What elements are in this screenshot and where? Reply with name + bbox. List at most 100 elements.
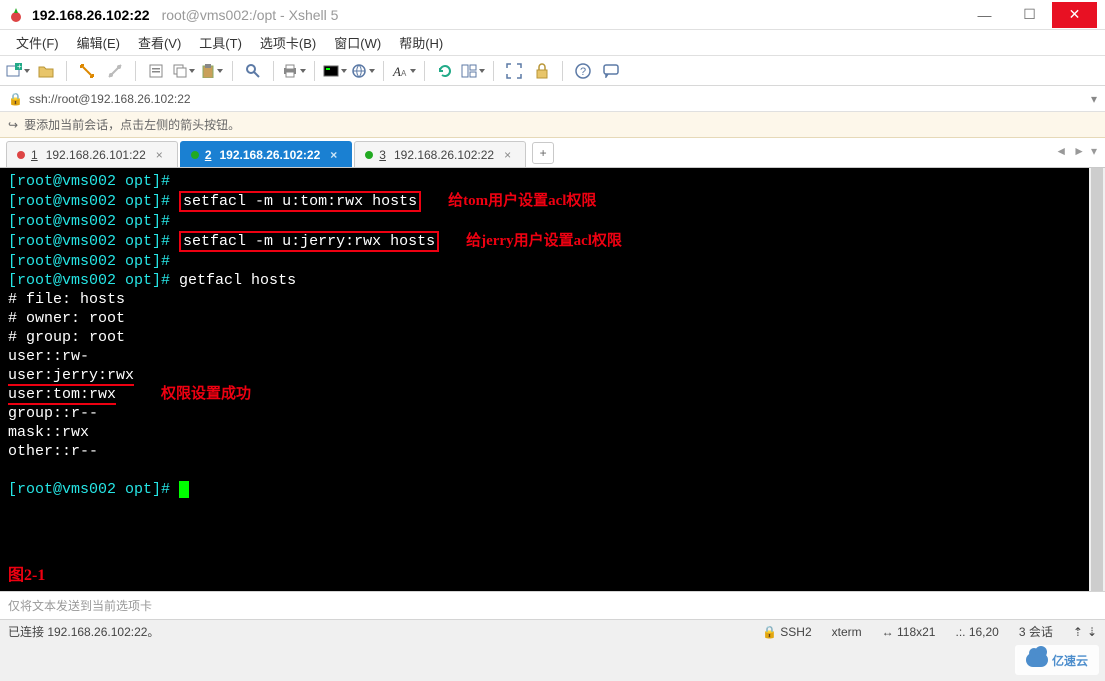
address-bar[interactable]: 🔒 ssh://root@192.168.26.102:22 ▾: [0, 86, 1105, 112]
copy-button[interactable]: [172, 59, 196, 83]
toolbar-separator: [314, 61, 315, 81]
command: getfacl hosts: [179, 272, 296, 289]
tab-prev-icon[interactable]: ◄: [1055, 144, 1067, 158]
lock-button[interactable]: [530, 59, 554, 83]
status-cursor-pos: 16,20: [969, 625, 999, 639]
highlighted-cmd-2: setfacl -m u:jerry:rwx hosts: [179, 231, 439, 252]
maximize-button[interactable]: ☐: [1007, 2, 1052, 28]
input-placeholder: 仅将文本发送到当前选项卡: [8, 597, 152, 614]
output-line: # owner: root: [8, 309, 1097, 328]
feedback-button[interactable]: [599, 59, 623, 83]
tab-list-icon[interactable]: ▾: [1091, 144, 1097, 158]
prompt: [root@vms002 opt]#: [8, 173, 170, 190]
annotation-1: 给tom用户设置acl权限: [448, 193, 596, 209]
hint-bar: ↪ 要添加当前会话，点击左侧的箭头按钮。: [0, 112, 1105, 138]
colorscheme-button[interactable]: [323, 59, 347, 83]
prompt: [root@vms002 opt]#: [8, 253, 170, 270]
app-icon: [8, 7, 24, 23]
tab-2[interactable]: 2 192.168.26.102:22 ×: [180, 141, 352, 167]
address-text: ssh://root@192.168.26.102:22: [29, 92, 191, 106]
toolbar-separator: [493, 61, 494, 81]
terminal-scrollbar[interactable]: [1089, 168, 1105, 591]
tab-label: 192.168.26.102:22: [220, 148, 321, 162]
new-session-button[interactable]: +: [6, 59, 30, 83]
fullscreen-button[interactable]: [502, 59, 526, 83]
down-arrow-icon[interactable]: ⇣: [1087, 625, 1097, 639]
menu-window[interactable]: 窗口(W): [328, 31, 387, 54]
menu-help[interactable]: 帮助(H): [393, 31, 449, 54]
window-title-sub: root@vms002:/opt - Xshell 5: [162, 7, 339, 23]
size-icon: ↔: [882, 625, 894, 639]
menu-tools[interactable]: 工具(T): [193, 31, 248, 54]
toolbar: + AA ?: [0, 56, 1105, 86]
reconnect-button[interactable]: [75, 59, 99, 83]
print-button[interactable]: [282, 59, 306, 83]
watermark: 亿速云: [1015, 645, 1099, 675]
svg-text:A: A: [401, 69, 407, 78]
output-line: other::r--: [8, 442, 1097, 461]
tab-label: 192.168.26.102:22: [394, 148, 494, 162]
help-button[interactable]: ?: [571, 59, 595, 83]
status-bar: 已连接 192.168.26.102:22。 🔒 SSH2 xterm ↔ 11…: [0, 619, 1105, 643]
toolbar-separator: [232, 61, 233, 81]
tab-next-icon[interactable]: ►: [1073, 144, 1085, 158]
send-input-bar[interactable]: 仅将文本发送到当前选项卡: [0, 591, 1105, 619]
toolbar-separator: [562, 61, 563, 81]
font-button[interactable]: AA: [392, 59, 416, 83]
find-button[interactable]: [241, 59, 265, 83]
figure-label: 图2-1: [8, 566, 45, 585]
tab-3[interactable]: 3 192.168.26.102:22 ×: [354, 141, 526, 167]
menu-tab[interactable]: 选项卡(B): [254, 31, 322, 54]
minimize-button[interactable]: —: [962, 2, 1007, 28]
annotation-2: 给jerry用户设置acl权限: [466, 233, 622, 249]
status-sessions: 3 会话: [1019, 623, 1053, 640]
paste-button[interactable]: [200, 59, 224, 83]
new-tab-button[interactable]: +: [532, 142, 554, 164]
menu-view[interactable]: 查看(V): [132, 31, 187, 54]
refresh-button[interactable]: [433, 59, 457, 83]
tab-close-icon[interactable]: ×: [504, 148, 511, 162]
prompt: [root@vms002 opt]#: [8, 193, 170, 210]
toolbar-separator: [273, 61, 274, 81]
up-arrow-icon[interactable]: ⇡: [1073, 625, 1083, 639]
prompt: [root@vms002 opt]#: [8, 272, 170, 289]
status-dot-icon: [191, 151, 199, 159]
toolbar-separator: [383, 61, 384, 81]
highlighted-cmd-1: setfacl -m u:tom:rwx hosts: [179, 191, 421, 212]
tab-label: 192.168.26.101:22: [46, 148, 146, 162]
output-line: # group: root: [8, 328, 1097, 347]
toolbar-separator: [424, 61, 425, 81]
encoding-button[interactable]: [351, 59, 375, 83]
prompt: [root@vms002 opt]#: [8, 481, 170, 498]
status-dot-icon: [365, 151, 373, 159]
toolbar-separator: [135, 61, 136, 81]
output-line: user::rw-: [8, 347, 1097, 366]
cursor-icon: [179, 481, 189, 498]
watermark-text: 亿速云: [1052, 652, 1088, 669]
disconnect-button[interactable]: [103, 59, 127, 83]
status-protocol: SSH2: [780, 625, 811, 639]
highlighted-output: user:tom:rwx: [8, 386, 116, 405]
add-session-arrow-icon[interactable]: ↪: [8, 118, 18, 132]
lock-icon: 🔒: [8, 92, 23, 106]
properties-button[interactable]: [144, 59, 168, 83]
menu-edit[interactable]: 编辑(E): [71, 31, 126, 54]
prompt: [root@vms002 opt]#: [8, 233, 170, 250]
layout-button[interactable]: [461, 59, 485, 83]
menu-bar: 文件(F) 编辑(E) 查看(V) 工具(T) 选项卡(B) 窗口(W) 帮助(…: [0, 30, 1105, 56]
svg-text:A: A: [392, 64, 401, 79]
prompt: [root@vms002 opt]#: [8, 213, 170, 230]
cloud-icon: [1026, 653, 1048, 667]
output-line: # file: hosts: [8, 290, 1097, 309]
open-session-button[interactable]: [34, 59, 58, 83]
close-button[interactable]: ✕: [1052, 2, 1097, 28]
menu-file[interactable]: 文件(F): [10, 31, 65, 54]
output-line: group::r--: [8, 404, 1097, 423]
terminal-pane[interactable]: [root@vms002 opt]# [root@vms002 opt]# se…: [0, 168, 1105, 591]
svg-text:+: +: [17, 63, 22, 71]
tab-close-icon[interactable]: ×: [330, 148, 337, 162]
tab-1[interactable]: 1 192.168.26.101:22 ×: [6, 141, 178, 167]
output-line: mask::rwx: [8, 423, 1097, 442]
tab-close-icon[interactable]: ×: [156, 148, 163, 162]
address-dropdown-icon[interactable]: ▾: [1091, 92, 1097, 106]
